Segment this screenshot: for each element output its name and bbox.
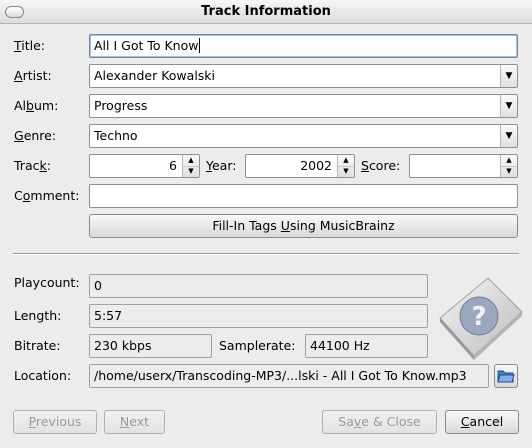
comment-label: Comment: bbox=[14, 188, 80, 203]
title-label: Title: bbox=[14, 38, 46, 53]
next-button[interactable]: Next bbox=[104, 410, 165, 434]
length-value: 5:57 bbox=[89, 304, 428, 328]
window-title: Track Information bbox=[201, 4, 331, 19]
playcount-value: 0 bbox=[89, 274, 428, 298]
artist-label: Artist: bbox=[14, 68, 52, 83]
score-label: Score: bbox=[361, 158, 401, 173]
title-input[interactable]: All I Got To Know bbox=[89, 34, 518, 58]
bitrate-value: 230 kbps bbox=[89, 334, 212, 358]
album-combobox[interactable]: Progress ▼ bbox=[89, 94, 518, 118]
separator bbox=[13, 253, 519, 255]
chevron-down-icon[interactable]: ▼ bbox=[500, 65, 517, 87]
track-label: Track: bbox=[14, 158, 51, 173]
score-stepper[interactable]: ▲ ▼ bbox=[500, 155, 517, 177]
year-stepper[interactable]: ▲ ▼ bbox=[337, 155, 354, 177]
samplerate-value: 44100 Hz bbox=[305, 334, 428, 358]
title-bar: Track Information bbox=[0, 0, 532, 24]
musicbrainz-button[interactable]: Fill-In Tags Using MusicBrainz bbox=[89, 214, 518, 238]
location-label: Location: bbox=[14, 368, 72, 383]
year-spinbox[interactable]: 2002 ▲ ▼ bbox=[245, 154, 355, 178]
track-information-dialog: Track Information Title: All I Got To Kn… bbox=[0, 0, 532, 448]
artist-combobox[interactable]: Alexander Kowalski ▼ bbox=[89, 64, 518, 88]
arrow-down-icon[interactable]: ▼ bbox=[338, 166, 354, 177]
question-mark-cover-icon: ? bbox=[439, 277, 523, 360]
length-label: Length: bbox=[14, 308, 62, 323]
chevron-down-icon[interactable]: ▼ bbox=[500, 95, 517, 117]
browse-location-button[interactable] bbox=[494, 364, 518, 388]
previous-button[interactable]: Previous bbox=[13, 410, 97, 434]
arrow-down-icon[interactable]: ▼ bbox=[501, 166, 517, 177]
genre-label: Genre: bbox=[14, 128, 57, 143]
genre-combobox[interactable]: Techno ▼ bbox=[89, 124, 518, 148]
samplerate-label: Samplerate: bbox=[219, 338, 296, 353]
arrow-down-icon[interactable]: ▼ bbox=[183, 166, 199, 177]
comment-input[interactable] bbox=[89, 184, 518, 208]
album-label: Album: bbox=[14, 98, 59, 113]
bitrate-label: Bitrate: bbox=[14, 338, 61, 353]
track-stepper[interactable]: ▲ ▼ bbox=[182, 155, 199, 177]
folder-open-icon bbox=[497, 370, 515, 383]
playcount-label: Playcount: bbox=[14, 275, 80, 290]
chevron-down-icon[interactable]: ▼ bbox=[500, 125, 517, 147]
year-label: Year: bbox=[206, 158, 237, 173]
save-close-button[interactable]: Save & Close bbox=[322, 410, 437, 434]
score-spinbox[interactable]: ▲ ▼ bbox=[409, 154, 518, 178]
svg-text:?: ? bbox=[471, 302, 486, 332]
location-value: /home/userx/Transcoding-MP3/...lski - Al… bbox=[89, 364, 489, 388]
cancel-button[interactable]: Cancel bbox=[445, 410, 519, 434]
track-spinbox[interactable]: 6 ▲ ▼ bbox=[89, 154, 200, 178]
